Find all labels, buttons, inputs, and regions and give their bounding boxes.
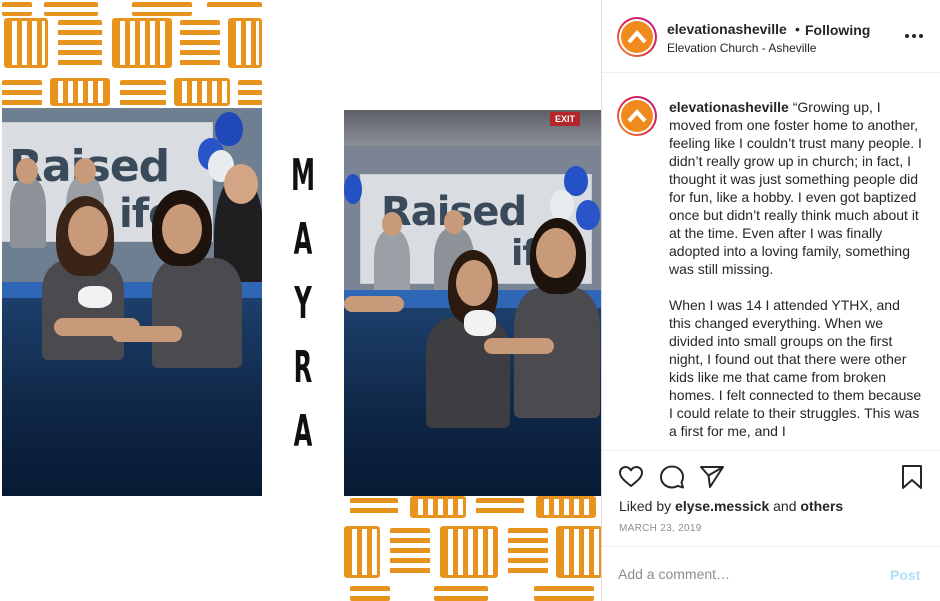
baptism-photo-2: EXIT Raised ife <box>344 110 601 496</box>
baptism-photo-1: Raised ife <box>2 108 262 496</box>
more-options-icon[interactable] <box>904 28 924 46</box>
orange-pattern-bottom <box>344 496 601 601</box>
name-letter-4: R <box>293 342 313 393</box>
liked-by-text: Liked by elyse.messick and others <box>619 498 843 514</box>
post-comment-button[interactable]: Post <box>890 567 920 583</box>
name-letter-2: A <box>293 214 313 265</box>
liked-by-prefix: Liked by <box>619 498 672 514</box>
caption-scroll-area[interactable]: elevationasheville “Growing up, I moved … <box>602 74 940 449</box>
exit-sign: EXIT <box>550 112 580 126</box>
heart-icon[interactable] <box>617 463 645 491</box>
elevation-logo-icon <box>627 29 647 44</box>
post-header: elevationasheville • Following Elevation… <box>602 0 940 73</box>
liked-by-and: and <box>773 498 797 514</box>
post-actions: Liked by elyse.messick and others MARCH … <box>602 450 940 546</box>
caption-avatar[interactable] <box>617 96 657 136</box>
paper-plane-icon[interactable] <box>698 463 726 491</box>
comment-input[interactable] <box>618 566 878 582</box>
name-letters: M A Y R A <box>278 150 328 480</box>
comment-icon[interactable] <box>658 463 686 491</box>
post-media[interactable]: Raised ife M A Y R A EXIT <box>0 0 602 601</box>
liked-by-user-link[interactable]: elyse.messick <box>675 498 769 514</box>
location-link[interactable]: Elevation Church - Asheville <box>667 41 816 55</box>
caption-paragraph-2: When I was 14 I attended YTHX, and this … <box>669 297 922 439</box>
name-letter-5: A <box>293 406 313 457</box>
name-letter-3: Y <box>294 278 312 329</box>
caption-paragraph-1: “Growing up, I moved from one foster hom… <box>669 99 922 277</box>
orange-pattern-top <box>2 2 262 106</box>
caption-username[interactable]: elevationasheville <box>669 99 789 115</box>
bookmark-icon[interactable] <box>898 463 926 491</box>
following-button[interactable]: Following <box>805 22 870 38</box>
name-letter-1: M <box>290 150 316 201</box>
post-date[interactable]: MARCH 23, 2019 <box>619 523 702 534</box>
post-username[interactable]: elevationasheville <box>667 21 787 37</box>
elevation-logo-icon <box>627 108 647 123</box>
avatar[interactable] <box>617 17 657 57</box>
separator-dot: • <box>795 21 800 37</box>
post-details-panel: elevationasheville • Following Elevation… <box>602 0 940 601</box>
comment-bar: Post <box>602 546 940 601</box>
caption-text: elevationasheville “Growing up, I moved … <box>669 98 924 449</box>
liked-by-others-link[interactable]: others <box>800 498 843 514</box>
